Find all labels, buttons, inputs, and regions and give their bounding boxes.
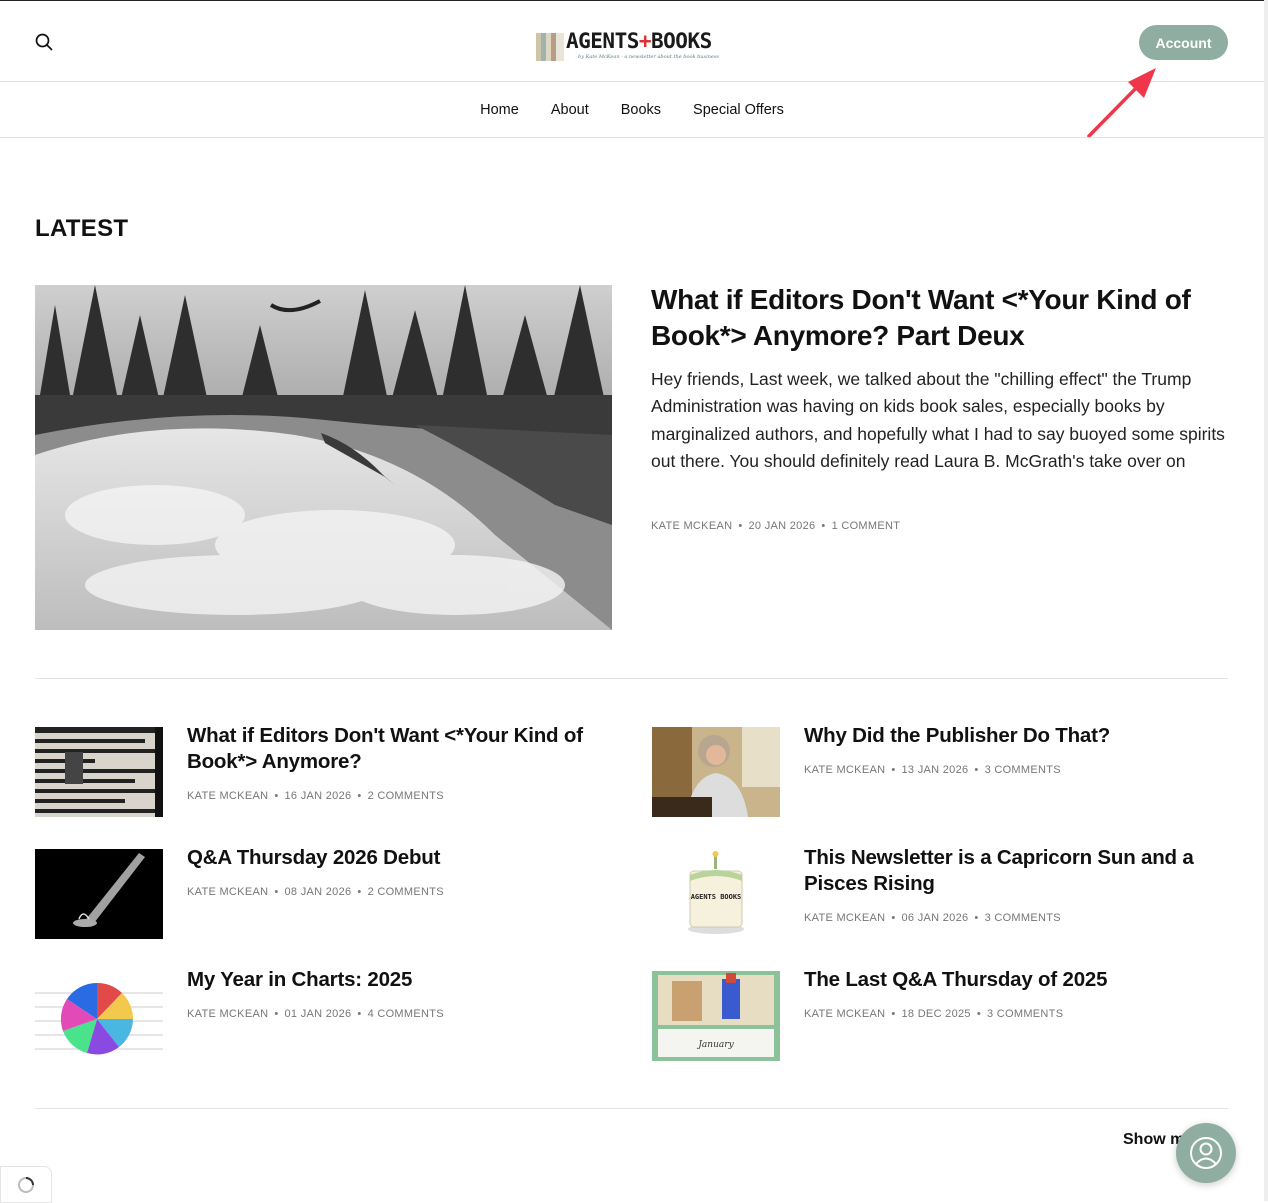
post-date: 06 JAN 2026: [901, 912, 969, 924]
post-date: 18 DEC 2025: [901, 1008, 971, 1020]
post-author[interactable]: KATE MCKEAN: [804, 912, 885, 924]
logo-books-image: [536, 33, 564, 61]
nav-item-special-offers[interactable]: Special Offers: [693, 102, 784, 118]
post-author[interactable]: KATE MCKEAN: [187, 886, 268, 898]
post-title[interactable]: This Newsletter is a Capricorn Sun and a…: [804, 845, 1224, 897]
site-header: AGENTS+BOOKS by Kate McKean · a newslett…: [0, 1, 1264, 82]
post-meta: KATE MCKEAN • 13 JAN 2026 • 3 COMMENTS: [804, 764, 1061, 776]
list-divider: [35, 1108, 1228, 1109]
hero-image[interactable]: [35, 285, 612, 630]
portal-button[interactable]: [1176, 1123, 1236, 1183]
show-more-button[interactable]: Show m: [1123, 1131, 1184, 1149]
nav-item-books[interactable]: Books: [621, 102, 661, 118]
post-title[interactable]: Q&A Thursday 2026 Debut: [187, 845, 607, 871]
post-thumbnail[interactable]: [652, 727, 780, 817]
search-icon: [35, 33, 53, 51]
post-date: 08 JAN 2026: [284, 886, 352, 898]
cake-text: AGENTS BOOKS: [691, 893, 742, 901]
calendar-text: January: [696, 1040, 734, 1050]
scrollbar[interactable]: [1264, 0, 1268, 1201]
post-thumbnail[interactable]: January: [652, 971, 780, 1061]
hero-post-excerpt: Hey friends, Last week, we talked about …: [651, 369, 1225, 471]
post-meta: KATE MCKEAN • 18 DEC 2025 • 3 COMMENTS: [804, 1008, 1064, 1020]
spinner-icon: [18, 1176, 34, 1193]
section-title: LATEST: [35, 215, 129, 242]
post-meta: KATE MCKEAN • 01 JAN 2026 • 4 COMMENTS: [187, 1008, 444, 1020]
post-title[interactable]: The Last Q&A Thursday of 2025: [804, 967, 1224, 993]
post-meta: KATE MCKEAN • 16 JAN 2026 • 2 COMMENTS: [187, 790, 444, 802]
post-date: 13 JAN 2026: [901, 764, 969, 776]
post-author[interactable]: KATE MCKEAN: [187, 1008, 268, 1020]
post-comments[interactable]: 1 COMMENT: [832, 520, 901, 532]
post-author[interactable]: KATE MCKEAN: [187, 790, 268, 802]
search-button[interactable]: [33, 31, 55, 53]
user-icon: [1190, 1137, 1222, 1169]
post-title[interactable]: What if Editors Don't Want <*Your Kind o…: [187, 723, 607, 775]
post-meta: KATE MCKEAN • 08 JAN 2026 • 2 COMMENTS: [187, 886, 444, 898]
post-comments[interactable]: 2 COMMENTS: [368, 790, 444, 802]
post-date: 01 JAN 2026: [284, 1008, 352, 1020]
post-date: 16 JAN 2026: [284, 790, 352, 802]
post-thumbnail[interactable]: AGENTS BOOKS: [652, 849, 780, 939]
section-divider: [35, 678, 1228, 679]
nav-item-about[interactable]: About: [551, 102, 589, 118]
post-comments[interactable]: 3 COMMENTS: [985, 764, 1061, 776]
post-thumbnail[interactable]: [35, 727, 163, 817]
nav-item-home[interactable]: Home: [480, 102, 519, 118]
post-title[interactable]: My Year in Charts: 2025: [187, 967, 607, 993]
hero-post-title[interactable]: What if Editors Don't Want <*Your Kind o…: [651, 282, 1228, 354]
logo-plus: +: [638, 29, 652, 53]
post-thumbnail[interactable]: [35, 971, 163, 1061]
post-comments[interactable]: 2 COMMENTS: [368, 886, 444, 898]
main-nav: Home About Books Special Offers: [0, 82, 1264, 138]
post-thumbnail[interactable]: [35, 849, 163, 939]
logo-tagline: by Kate McKean · a newsletter about the …: [578, 54, 719, 60]
site-logo[interactable]: AGENTS+BOOKS by Kate McKean · a newslett…: [536, 27, 728, 63]
account-button[interactable]: Account: [1139, 25, 1228, 60]
post-comments[interactable]: 3 COMMENTS: [987, 1008, 1063, 1020]
post-author[interactable]: KATE MCKEAN: [804, 1008, 885, 1020]
logo-title: AGENTS+BOOKS: [566, 29, 712, 53]
loading-widget[interactable]: [0, 1166, 52, 1203]
post-meta: KATE MCKEAN • 06 JAN 2026 • 3 COMMENTS: [804, 912, 1061, 924]
post-date: 20 JAN 2026: [748, 520, 816, 532]
post-title[interactable]: Why Did the Publisher Do That?: [804, 723, 1224, 749]
post-author[interactable]: KATE MCKEAN: [804, 764, 885, 776]
post-comments[interactable]: 3 COMMENTS: [985, 912, 1061, 924]
post-comments[interactable]: 4 COMMENTS: [368, 1008, 444, 1020]
post-author[interactable]: KATE MCKEAN: [651, 520, 732, 532]
hero-post-meta: KATE MCKEAN • 20 JAN 2026 • 1 COMMENT: [651, 520, 901, 532]
